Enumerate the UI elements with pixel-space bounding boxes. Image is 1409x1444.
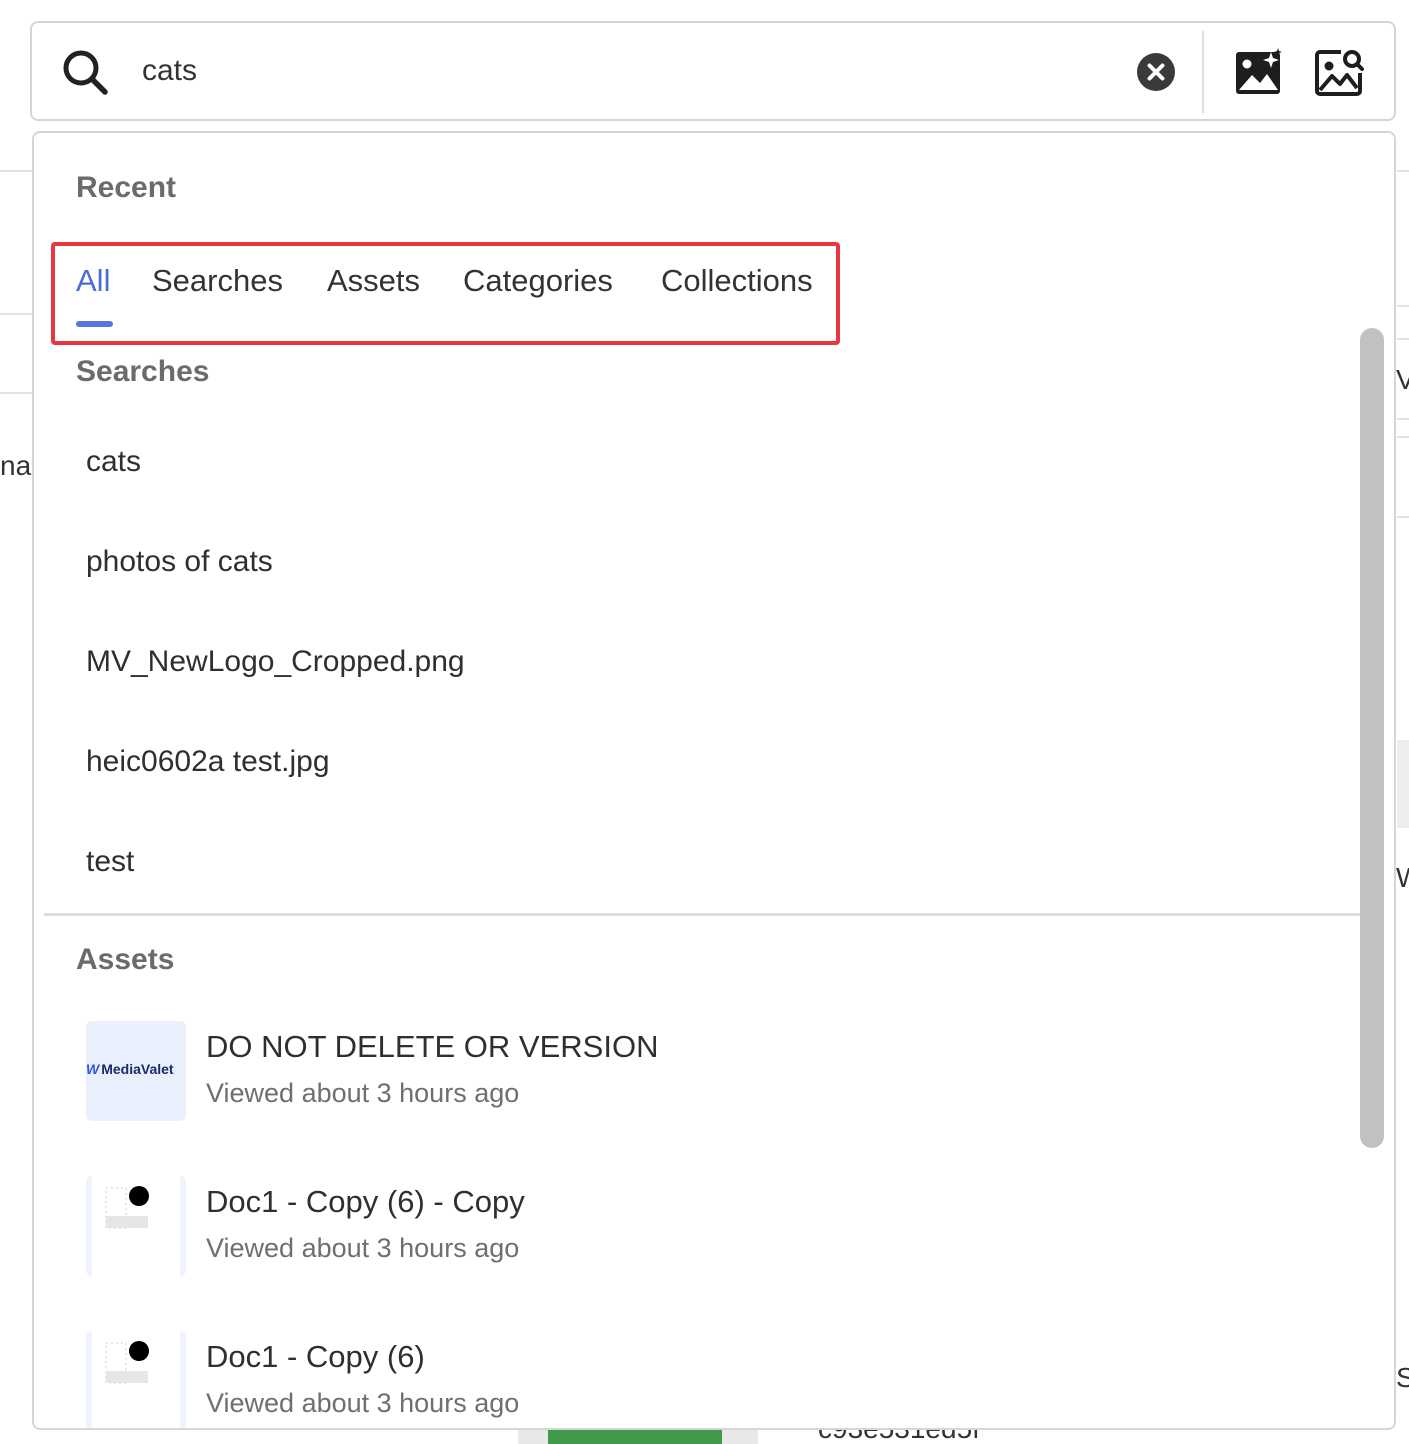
bg-divider [1397,305,1409,307]
bg-thumbnail [1397,740,1409,828]
asset-title: DO NOT DELETE OR VERSION [206,1029,659,1064]
bg-divider [0,313,32,315]
assets-heading: Assets [76,943,175,976]
mediavalet-logo: W MediaValet [86,1061,174,1077]
bg-divider [1397,338,1409,340]
toolbar-separator [1202,31,1204,113]
recent-asset-item[interactable]: Doc1 - Copy (6) - Copy Viewed about 3 ho… [86,1176,1346,1286]
bg-divider [1397,418,1409,420]
recent-search-item[interactable]: cats [86,432,1346,492]
search-input[interactable] [142,45,1122,97]
search-icon [63,50,108,95]
bg-divider [1397,170,1409,172]
active-tab-indicator [76,321,113,327]
asset-title: Doc1 - Copy (6) [206,1339,425,1374]
asset-thumbnail [86,1331,186,1428]
asset-thumbnail: W MediaValet [86,1021,186,1121]
recent-search-item[interactable]: test [86,832,1346,892]
image-search-icon [1315,50,1364,96]
bg-divider [1397,516,1409,518]
document-icon [105,1341,149,1384]
document-icon [105,1186,149,1229]
searches-heading: Searches [76,355,210,388]
tab-searches[interactable]: Searches [152,263,283,299]
asset-thumbnail [86,1176,186,1276]
bg-fragment-text: S [1396,1362,1409,1393]
search-bar [30,21,1396,121]
dropdown-scrollbar[interactable] [1360,328,1384,1148]
scrollbar-thumb[interactable] [1360,328,1384,1148]
recent-search-item[interactable]: photos of cats [86,532,1346,592]
tab-assets[interactable]: Assets [327,263,420,299]
bg-divider [0,392,32,394]
clear-icon [1147,63,1165,81]
recent-dropdown: Recent All Searches Assets Categories Co… [32,131,1396,1430]
tab-collections[interactable]: Collections [661,263,813,299]
tab-categories[interactable]: Categories [463,263,613,299]
image-search-button[interactable] [1314,47,1364,97]
clear-search-button[interactable] [1137,53,1175,91]
bg-fragment-text: VI [1396,364,1409,395]
bg-fragment-text: na [0,450,32,481]
recent-asset-item[interactable]: Doc1 - Copy (6) Viewed about 3 hours ago [86,1331,1346,1428]
bg-divider [1397,436,1409,438]
recent-search-item[interactable]: MV_NewLogo_Cropped.png [86,632,1346,692]
recent-asset-item[interactable]: W MediaValet DO NOT DELETE OR VERSION Vie… [86,1021,1346,1131]
asset-title: Doc1 - Copy (6) - Copy [206,1184,525,1219]
section-divider [44,913,1362,916]
ai-image-search-button[interactable] [1234,47,1284,97]
bg-fragment-text: W [1396,862,1409,894]
recent-search-item[interactable]: heic0602a test.jpg [86,732,1346,792]
document-preview [92,1176,180,1276]
asset-viewed-time: Viewed about 3 hours ago [206,1078,520,1108]
bg-thumbnail [548,1430,722,1444]
recent-heading: Recent [76,171,177,204]
bg-divider [0,170,32,172]
document-preview [92,1331,180,1428]
asset-viewed-time: Viewed about 3 hours ago [206,1233,520,1263]
tab-all[interactable]: All [76,263,110,299]
ai-image-icon [1236,48,1282,94]
asset-viewed-time: Viewed about 3 hours ago [206,1388,520,1418]
